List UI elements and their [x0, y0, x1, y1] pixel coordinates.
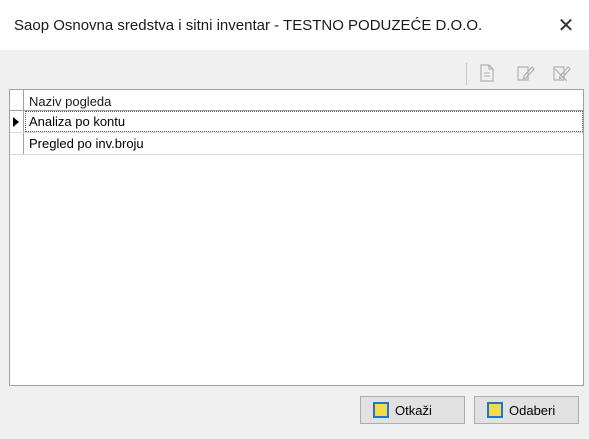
current-row-arrow-icon [13, 117, 19, 127]
toolbar [0, 50, 589, 88]
cancel-button-label: Otkaži [395, 402, 432, 418]
select-icon [487, 402, 503, 418]
select-button-label: Odaberi [509, 402, 556, 418]
title-bar: Saop Osnovna sredstva i sitni inventar -… [0, 0, 589, 50]
window-title: Saop Osnovna sredstva i sitni inventar -… [14, 17, 483, 34]
close-icon: ✕ [557, 14, 575, 37]
row-indicator-cell [10, 133, 24, 154]
cancel-icon [373, 402, 389, 418]
row-cell-label[interactable]: Pregled po inv.broju [25, 133, 583, 154]
table-row[interactable]: Analiza po kontu [10, 111, 583, 133]
cancel-button[interactable]: Otkaži [360, 396, 465, 424]
delete-document-icon[interactable] [550, 62, 572, 84]
new-document-icon[interactable] [476, 62, 498, 84]
edit-document-icon[interactable] [514, 62, 536, 84]
row-indicator-cell [10, 111, 24, 132]
column-header-naziv[interactable]: Naziv pogleda [29, 94, 111, 109]
table-row[interactable]: Pregled po inv.broju [10, 133, 583, 155]
toolbar-separator [466, 63, 467, 85]
grid-header: Naziv pogleda [10, 90, 583, 111]
select-button[interactable]: Odaberi [474, 396, 579, 424]
close-button[interactable]: ✕ [543, 6, 589, 44]
views-grid[interactable]: Naziv pogleda Analiza po kontu Pregled p… [9, 89, 584, 386]
header-indicator-cell [10, 90, 24, 110]
row-cell-label[interactable]: Analiza po kontu [25, 111, 583, 132]
